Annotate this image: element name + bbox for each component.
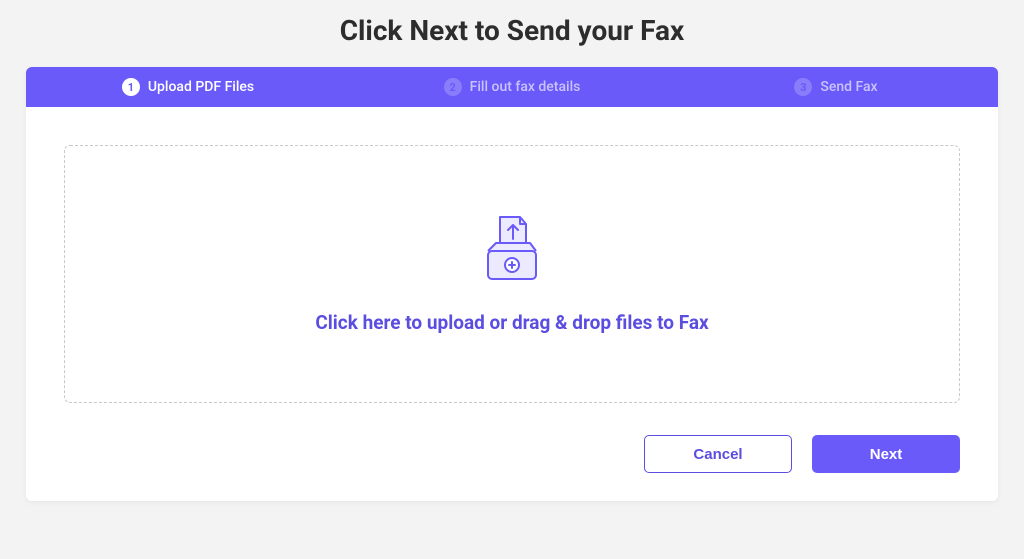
step-send[interactable]: 3 Send Fax xyxy=(674,78,998,96)
step-label: Fill out fax details xyxy=(470,79,581,95)
step-upload[interactable]: 1 Upload PDF Files xyxy=(26,78,350,96)
step-details[interactable]: 2 Fill out fax details xyxy=(350,78,674,96)
upload-dropzone[interactable]: Click here to upload or drag & drop file… xyxy=(64,145,960,403)
upload-box-icon xyxy=(472,215,552,287)
action-bar: Cancel Next xyxy=(26,427,998,501)
step-label: Send Fax xyxy=(820,79,877,95)
fax-wizard-card: 1 Upload PDF Files 2 Fill out fax detail… xyxy=(26,67,998,501)
dropzone-prompt: Click here to upload or drag & drop file… xyxy=(315,311,708,334)
step-number-icon: 3 xyxy=(794,78,812,96)
next-button[interactable]: Next xyxy=(812,435,960,473)
page-title: Click Next to Send your Fax xyxy=(0,0,1024,67)
step-label: Upload PDF Files xyxy=(148,79,254,95)
step-number-icon: 2 xyxy=(444,78,462,96)
cancel-button[interactable]: Cancel xyxy=(644,435,792,473)
card-body: Click here to upload or drag & drop file… xyxy=(26,107,998,427)
stepper: 1 Upload PDF Files 2 Fill out fax detail… xyxy=(26,67,998,107)
step-number-icon: 1 xyxy=(122,78,140,96)
